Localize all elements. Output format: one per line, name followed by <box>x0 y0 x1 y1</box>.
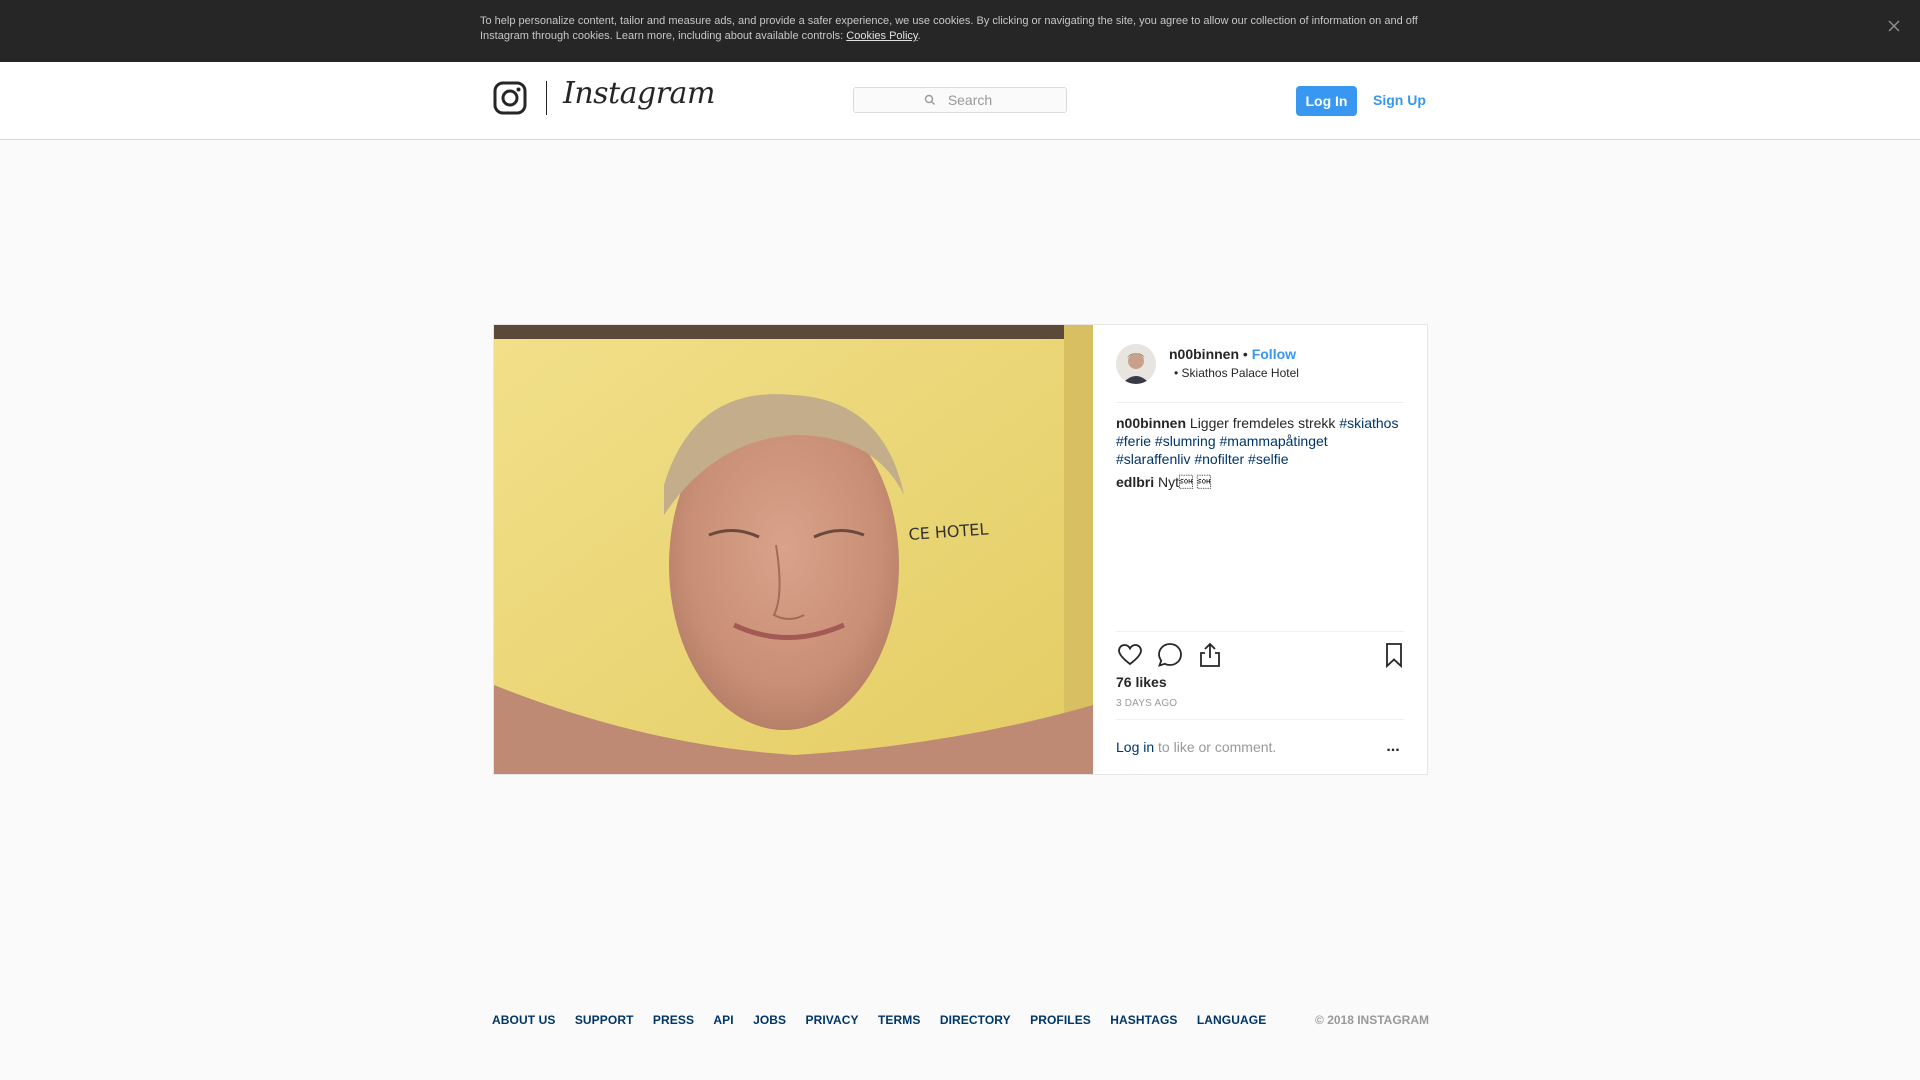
footer-link-jobs[interactable]: JOBS <box>753 1013 786 1027</box>
comment-icon[interactable] <box>1156 641 1184 669</box>
post-sidebar: n00binnen • Follow • Skiathos Palace Hot… <box>1116 325 1404 774</box>
hashtag-link[interactable]: #selfie <box>1248 451 1288 467</box>
location-name[interactable]: Skiathos Palace Hotel <box>1182 366 1299 380</box>
comment-username[interactable]: edlbri <box>1116 474 1154 490</box>
login-prompt-text: to like or comment. <box>1154 739 1277 755</box>
divider <box>1116 719 1404 720</box>
footer-links: ABOUT US SUPPORT PRESS API JOBS PRIVACY … <box>492 1013 1282 1027</box>
search-input[interactable] <box>854 88 1066 112</box>
share-icon[interactable] <box>1196 641 1224 669</box>
copyright: © 2018 INSTAGRAM <box>1315 1013 1429 1027</box>
caption-text: Ligger fremdeles strekk <box>1189 415 1336 431</box>
footer-link-profiles[interactable]: PROFILES <box>1030 1013 1091 1027</box>
footer: ABOUT US SUPPORT PRESS API JOBS PRIVACY … <box>492 1013 1429 1033</box>
hashtag-link[interactable]: #ferie <box>1116 433 1151 449</box>
cookie-period: . <box>917 30 921 42</box>
instagram-wordmark[interactable]: Instagram <box>563 76 715 116</box>
footer-link-api[interactable]: API <box>713 1013 733 1027</box>
cookies-policy-link[interactable]: Cookies Policy <box>846 30 917 42</box>
post-caption: n00binnen Ligger fremdeles strekk #skiat… <box>1116 414 1404 468</box>
avatar[interactable] <box>1116 344 1156 384</box>
login-button[interactable]: Log In <box>1296 86 1357 116</box>
location-bullet: • <box>1174 366 1179 380</box>
cookie-message: To help personalize content, tailor and … <box>480 15 1418 42</box>
bookmark-icon[interactable] <box>1380 641 1408 669</box>
post-card: CE HOTEL n00binnen • Follow • Skiathos P… <box>493 324 1428 775</box>
hashtag-link[interactable]: #slaraffenliv <box>1116 451 1190 467</box>
follow-button[interactable]: Follow <box>1252 346 1296 362</box>
footer-link-about[interactable]: ABOUT US <box>492 1013 555 1027</box>
post-photo[interactable]: CE HOTEL <box>494 325 1093 774</box>
hashtag-link[interactable]: #nofilter <box>1194 451 1244 467</box>
likes-count[interactable]: 76 likes <box>1116 673 1167 691</box>
instagram-glyph-icon[interactable] <box>493 81 527 115</box>
login-link[interactable]: Log in <box>1116 739 1154 755</box>
logo-divider <box>546 81 547 115</box>
location-link[interactable]: • Skiathos Palace Hotel <box>1174 365 1299 381</box>
footer-link-language[interactable]: LANGUAGE <box>1197 1013 1266 1027</box>
more-options-icon[interactable]: ... <box>1382 737 1404 757</box>
heart-icon[interactable] <box>1116 641 1144 669</box>
footer-link-terms[interactable]: TERMS <box>878 1013 921 1027</box>
close-icon[interactable] <box>1882 14 1906 38</box>
search-box[interactable] <box>853 87 1067 113</box>
comment-item: edlbri Nyt  <box>1116 473 1404 491</box>
footer-link-privacy[interactable]: PRIVACY <box>805 1013 858 1027</box>
footer-link-support[interactable]: SUPPORT <box>575 1013 634 1027</box>
signup-link[interactable]: Sign Up <box>1373 90 1426 110</box>
top-nav: Instagram Log In Sign Up <box>0 62 1920 140</box>
hashtag-link[interactable]: #skiathos <box>1339 415 1398 431</box>
post-timestamp: 3 DAYS AGO <box>1116 698 1178 709</box>
separator-dot: • <box>1242 346 1248 362</box>
hashtag-link[interactable]: #slumring <box>1155 433 1216 449</box>
owner-username[interactable]: n00binnen <box>1169 346 1239 362</box>
login-prompt: Log in to like or comment. <box>1116 738 1276 756</box>
footer-link-press[interactable]: PRESS <box>653 1013 694 1027</box>
caption-username[interactable]: n00binnen <box>1116 415 1186 431</box>
cookie-text: To help personalize content, tailor and … <box>480 14 1420 44</box>
divider <box>1116 631 1404 632</box>
footer-link-hashtags[interactable]: HASHTAGS <box>1110 1013 1177 1027</box>
comment-text: Nyt  <box>1158 474 1211 490</box>
cookie-banner: To help personalize content, tailor and … <box>0 0 1920 62</box>
owner-line: n00binnen • Follow <box>1169 345 1296 363</box>
divider <box>1116 402 1404 403</box>
hashtag-link[interactable]: #mammapåtinget <box>1220 433 1328 449</box>
footer-link-directory[interactable]: DIRECTORY <box>940 1013 1011 1027</box>
